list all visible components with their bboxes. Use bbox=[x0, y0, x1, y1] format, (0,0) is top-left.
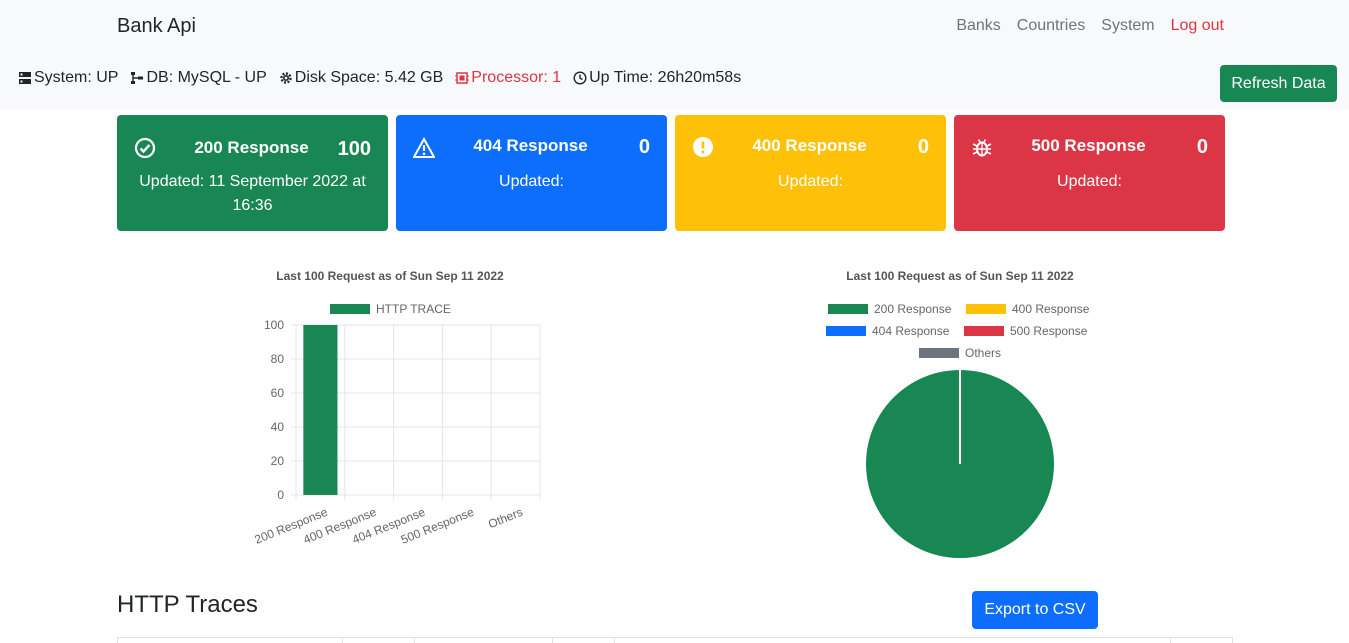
legend-label: 200 Response bbox=[874, 302, 952, 316]
card-count: 0 bbox=[638, 136, 650, 158]
table-column-divider bbox=[614, 638, 615, 643]
legend-label: 404 Response bbox=[872, 324, 950, 338]
bar-chart-title: Last 100 Request as of Sun Sep 11 2022 bbox=[276, 269, 504, 283]
status-system-text: System: UP bbox=[34, 69, 119, 86]
bar-chart: 020406080100200 Response400 Response404 … bbox=[253, 318, 541, 547]
y-tick-label: 40 bbox=[271, 420, 285, 434]
check-circle-icon bbox=[134, 137, 156, 159]
status-disk-text: Disk Space: 5.42 GB bbox=[294, 69, 444, 86]
card-updated: Updated: bbox=[499, 173, 564, 190]
top-navbar: Bank Api Banks Countries System Log out … bbox=[0, 0, 1349, 110]
x-tick-label: Others bbox=[486, 505, 525, 531]
card-updated: Updated: bbox=[778, 173, 843, 190]
bar[interactable] bbox=[303, 325, 338, 495]
pie-legend-500[interactable]: 500 Response bbox=[964, 324, 1087, 338]
legend-swatch bbox=[966, 304, 1006, 314]
legend-swatch bbox=[964, 326, 1004, 336]
table-column-divider bbox=[414, 638, 415, 643]
nav-banks[interactable]: Banks bbox=[956, 17, 1000, 35]
warning-triangle-icon bbox=[413, 137, 435, 158]
y-tick-label: 80 bbox=[271, 352, 285, 366]
legend-label: 400 Response bbox=[1012, 302, 1090, 316]
legend-label: 500 Response bbox=[1010, 324, 1088, 338]
status-processor-text: Processor: 1 bbox=[471, 69, 562, 86]
legend-label: HTTP TRACE bbox=[376, 302, 451, 316]
nav-logout[interactable]: Log out bbox=[1171, 17, 1224, 35]
refresh-data-button[interactable]: Refresh Data bbox=[1220, 65, 1337, 102]
y-tick-label: 0 bbox=[277, 488, 284, 502]
nav-countries[interactable]: Countries bbox=[1017, 17, 1085, 35]
card-title: 200 Response bbox=[194, 138, 309, 157]
status-processor: Processor: 1 bbox=[455, 69, 561, 87]
cpu-icon bbox=[455, 72, 470, 84]
table-column-divider bbox=[342, 638, 343, 643]
status-disk: Disk Space: 5.42 GB bbox=[279, 69, 444, 87]
nav-links: Banks Countries System Log out bbox=[956, 17, 1224, 35]
pie-chart-title: Last 100 Request as of Sun Sep 11 2022 bbox=[846, 269, 1074, 283]
card-count: 100 bbox=[337, 138, 371, 160]
legend-swatch bbox=[330, 304, 370, 314]
y-tick-label: 20 bbox=[271, 454, 285, 468]
table-column-divider bbox=[552, 638, 553, 643]
y-tick-label: 100 bbox=[264, 318, 284, 332]
http-traces-table bbox=[117, 637, 1233, 643]
legend-swatch bbox=[828, 304, 868, 314]
card-400-response: 400 Response 0 Updated: bbox=[675, 115, 946, 231]
table-column-divider bbox=[1170, 638, 1171, 643]
status-db: DB: MySQL - UP bbox=[130, 69, 267, 87]
status-uptime: Up Time: 26h20m58s bbox=[573, 69, 741, 87]
brand-link[interactable]: Bank Api bbox=[117, 15, 196, 38]
card-count: 0 bbox=[1196, 136, 1208, 158]
card-500-response: 500 Response 0 Updated: bbox=[954, 115, 1225, 231]
card-count: 0 bbox=[917, 136, 929, 158]
status-bar: System: UP DB: MySQL - UP Disk Space: 5.… bbox=[18, 69, 741, 87]
nav-system[interactable]: System bbox=[1101, 17, 1154, 35]
pie-legend-200[interactable]: 200 Response bbox=[828, 302, 951, 316]
gear-icon bbox=[280, 72, 292, 84]
card-updated: Updated: bbox=[1057, 173, 1122, 190]
clock-icon bbox=[573, 71, 587, 85]
bar-chart-legend-item[interactable]: HTTP TRACE bbox=[330, 302, 451, 316]
pie-legend-others[interactable]: Others bbox=[919, 346, 1001, 360]
export-csv-button[interactable]: Export to CSV bbox=[972, 591, 1098, 629]
card-title: 404 Response bbox=[473, 136, 588, 155]
card-404-response: 404 Response 0 Updated: bbox=[396, 115, 667, 231]
status-db-text: DB: MySQL - UP bbox=[146, 69, 267, 86]
status-uptime-text: Up Time: 26h20m58s bbox=[589, 69, 742, 86]
status-system: System: UP bbox=[18, 69, 118, 87]
card-200-response: 200 Response 100 Updated: 11 September 2… bbox=[117, 115, 388, 231]
card-updated: Updated: 11 September 2022 at 16:36 bbox=[139, 173, 366, 214]
pie-legend-404[interactable]: 404 Response bbox=[826, 324, 949, 338]
y-tick-label: 60 bbox=[271, 386, 285, 400]
card-title: 400 Response bbox=[752, 136, 867, 155]
legend-swatch bbox=[826, 326, 866, 336]
exclamation-circle-icon bbox=[693, 137, 713, 157]
legend-label: Others bbox=[965, 346, 1002, 360]
legend-swatch bbox=[919, 348, 959, 358]
diagram-icon bbox=[131, 72, 144, 84]
http-traces-heading: HTTP Traces bbox=[117, 591, 258, 618]
card-title: 500 Response bbox=[1031, 136, 1146, 155]
server-icon bbox=[19, 72, 31, 84]
bug-icon bbox=[972, 139, 992, 157]
pie-chart bbox=[866, 370, 1054, 558]
pie-legend-400[interactable]: 400 Response bbox=[966, 302, 1089, 316]
